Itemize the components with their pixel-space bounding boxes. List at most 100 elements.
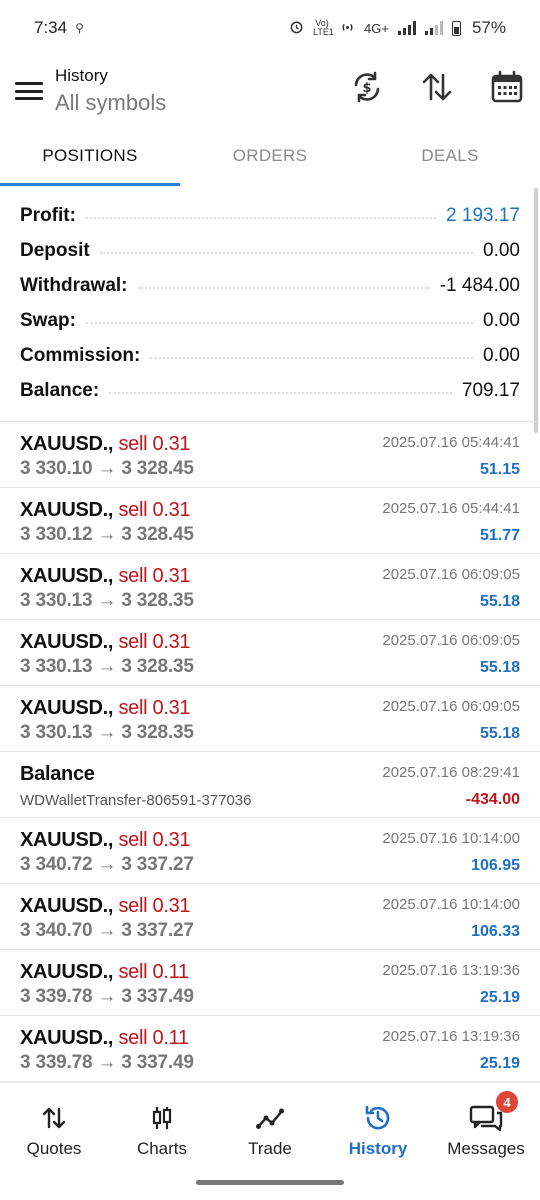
- battery-percent: 57%: [471, 18, 506, 37]
- close-price: 3 337.27: [121, 854, 194, 875]
- nav-quotes[interactable]: Quotes: [0, 1083, 108, 1166]
- arrow-icon: →: [97, 458, 117, 479]
- summary-label: Commission:: [20, 344, 141, 366]
- symbol-name: XAUUSD.,: [20, 499, 114, 521]
- signal-2-icon: [424, 21, 443, 35]
- trade-prices: 3 340.72 → 3 337.27: [20, 854, 194, 876]
- trade-profit: 55.18: [479, 725, 520, 742]
- trade-icon: [256, 1103, 284, 1133]
- open-price: 3 339.78: [20, 1052, 93, 1073]
- symbol-name: XAUUSD.,: [20, 433, 114, 455]
- sync-currency-icon[interactable]: $: [344, 64, 390, 110]
- gesture-bar[interactable]: [196, 1180, 344, 1185]
- open-price: 3 330.10: [20, 458, 93, 479]
- summary-label: Withdrawal:: [20, 274, 128, 296]
- list-item[interactable]: XAUUSD., sell 0.31 3 330.13 → 3 328.35 2…: [0, 619, 540, 685]
- tab-orders[interactable]: ORDERS: [180, 126, 360, 186]
- calendar-icon[interactable]: [484, 64, 530, 110]
- trade-symbol: XAUUSD., sell 0.31: [20, 565, 191, 588]
- app-bar: History All symbols $: [0, 56, 540, 126]
- dot-leader: [109, 391, 452, 394]
- symbol-name: XAUUSD.,: [20, 829, 114, 851]
- summary-value: 0.00: [483, 344, 520, 366]
- arrow-icon: →: [97, 986, 117, 1007]
- nav-label: Charts: [136, 1139, 188, 1158]
- status-time: 7:34: [34, 18, 68, 37]
- trade-side: sell 0.31: [118, 499, 191, 521]
- list-item[interactable]: XAUUSD., sell 0.31 3 330.13 → 3 328.35 2…: [0, 553, 540, 619]
- arrow-icon: →: [97, 524, 117, 545]
- nav-history[interactable]: History: [324, 1083, 432, 1166]
- list-item[interactable]: XAUUSD., sell 0.31 3 330.13 → 3 328.35 2…: [0, 685, 540, 751]
- trade-prices: 3 340.70 → 3 337.27: [20, 920, 194, 942]
- trade-prices: 3 339.78 → 3 337.49: [20, 986, 194, 1008]
- list-item[interactable]: XAUUSD., sell 0.31 3 330.12 → 3 328.45 2…: [0, 487, 540, 553]
- summary-row-deposit: Deposit 0.00: [0, 233, 540, 268]
- list-item[interactable]: XAUUSD., sell 0.31 3 340.70 → 3 337.27 2…: [0, 883, 540, 949]
- nav-label: History: [348, 1139, 408, 1158]
- trade-side: sell 0.31: [118, 895, 191, 917]
- tab-positions[interactable]: POSITIONS: [0, 126, 180, 186]
- trade-time: 2025.07.16 10:14:00: [382, 896, 520, 913]
- nav-charts[interactable]: Charts: [108, 1083, 216, 1166]
- list-item[interactable]: XAUUSD., sell 0.31 3 340.72 → 3 337.27 2…: [0, 817, 540, 883]
- symbol-name: XAUUSD.,: [20, 697, 114, 719]
- symbol-name: XAUUSD.,: [20, 565, 114, 587]
- hotspot-icon: [340, 19, 355, 37]
- trade-time: 2025.07.16 08:29:41: [382, 764, 520, 781]
- list-item[interactable]: XAUUSD., sell 0.11 3 339.78 → 3 337.49 2…: [0, 1015, 540, 1081]
- status-bar: 7:34 ⚲ Vo) LTE1 4G+ 57%: [0, 0, 540, 56]
- summary-row-profit: Profit: 2 193.17: [0, 198, 540, 233]
- sort-icon[interactable]: [414, 64, 460, 110]
- trade-side: sell 0.11: [118, 961, 189, 983]
- arrow-icon: →: [97, 1052, 117, 1073]
- header-actions: $: [344, 64, 530, 110]
- arrow-icon: →: [97, 920, 117, 941]
- close-price: 3 328.35: [121, 722, 194, 743]
- open-price: 3 330.12: [20, 524, 93, 545]
- trade-prices: 3 330.12 → 3 328.45: [20, 524, 194, 546]
- dot-leader: [85, 216, 437, 219]
- summary-value: 709.17: [461, 379, 520, 401]
- open-price: 3 330.13: [20, 722, 93, 743]
- close-price: 3 337.27: [121, 920, 194, 941]
- menu-icon[interactable]: [15, 80, 43, 102]
- trade-symbol: XAUUSD., sell 0.11: [20, 961, 189, 984]
- trade-symbol: XAUUSD., sell 0.31: [20, 829, 191, 852]
- symbol-filter[interactable]: All symbols: [55, 90, 166, 116]
- nav-messages[interactable]: Messages 4: [432, 1083, 540, 1166]
- history-icon: [363, 1103, 393, 1133]
- open-price: 3 339.78: [20, 986, 93, 1007]
- trade-symbol: XAUUSD., sell 0.31: [20, 895, 191, 918]
- status-icons: Vo) LTE1 4G+ 57%: [289, 18, 506, 38]
- summary-value: -1 484.00: [439, 274, 520, 296]
- trade-side: sell 0.31: [118, 829, 191, 851]
- trade-prices: 3 330.13 → 3 328.35: [20, 722, 194, 744]
- battery-icon: [451, 20, 461, 36]
- balance-item[interactable]: Balance WDWalletTransfer-806591-377036 2…: [0, 751, 540, 817]
- close-price: 3 337.49: [121, 986, 194, 1007]
- arrow-icon: →: [97, 854, 117, 875]
- arrow-icon: →: [97, 722, 117, 743]
- open-price: 3 330.13: [20, 656, 93, 677]
- nav-trade[interactable]: Trade: [216, 1083, 324, 1166]
- bottom-navigation: Quotes Charts Trade History Messages 4: [0, 1082, 540, 1166]
- trade-side: sell 0.31: [118, 697, 191, 719]
- close-price: 3 337.49: [121, 1052, 194, 1073]
- trade-symbol: XAUUSD., sell 0.31: [20, 499, 191, 522]
- page-title: History: [55, 66, 108, 85]
- list-item[interactable]: XAUUSD., sell 0.11 3 339.78 → 3 337.49 2…: [0, 949, 540, 1015]
- open-price: 3 340.72: [20, 854, 93, 875]
- charts-icon: [149, 1103, 175, 1133]
- messages-badge: 4: [496, 1091, 518, 1113]
- header-titles[interactable]: History All symbols: [55, 66, 166, 116]
- symbol-name: XAUUSD.,: [20, 1027, 114, 1049]
- trade-side: sell 0.11: [118, 1027, 189, 1049]
- dot-leader: [137, 286, 430, 289]
- trade-symbol: XAUUSD., sell 0.31: [20, 697, 191, 720]
- list-item[interactable]: XAUUSD., sell 0.31 3 330.10 → 3 328.45 2…: [0, 421, 540, 487]
- tab-deals[interactable]: DEALS: [360, 126, 540, 186]
- symbol-name: XAUUSD.,: [20, 895, 114, 917]
- quotes-icon: [41, 1103, 67, 1133]
- nav-label: Messages: [447, 1139, 525, 1158]
